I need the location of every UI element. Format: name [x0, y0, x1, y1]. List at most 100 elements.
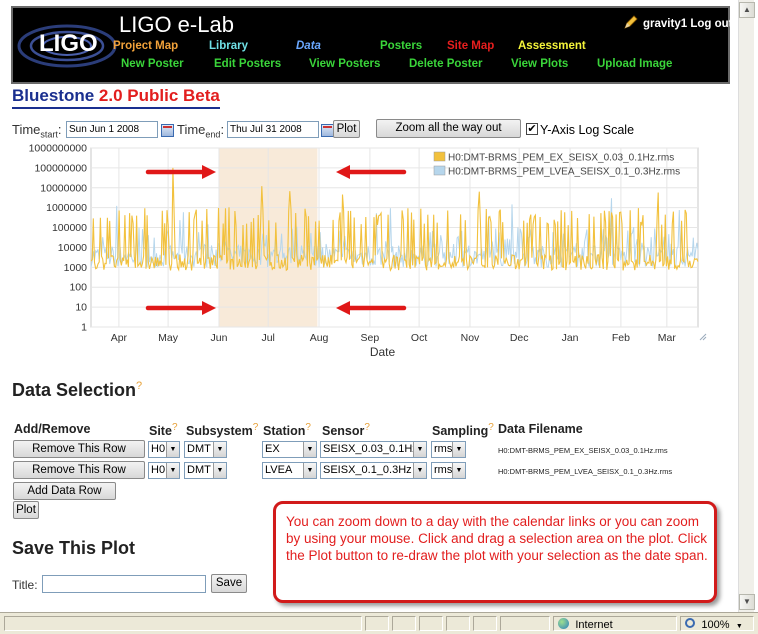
x-tick-label: Sep	[361, 332, 380, 344]
username-link[interactable]: gravity1	[643, 18, 687, 30]
site-title: LIGO e-Lab	[119, 12, 234, 37]
log-scale-label: Y-Axis Log Scale	[540, 123, 635, 137]
legend-swatch	[433, 165, 446, 176]
chevron-down-icon: ▼	[413, 442, 426, 457]
y-tick-label: 100	[69, 282, 87, 294]
logout-link[interactable]: Log out	[690, 18, 732, 30]
x-tick-label: Apr	[111, 332, 128, 344]
x-tick-label: Nov	[461, 332, 480, 344]
data-selection-heading: Data Selection?	[12, 380, 143, 400]
zone-segment: Internet	[553, 616, 677, 631]
site-select[interactable]: H0 ▼	[148, 462, 180, 479]
legend-swatch	[433, 151, 446, 162]
col-filename: Data Filename	[498, 422, 583, 436]
save-button[interactable]: Save	[211, 574, 247, 593]
zoom-segment[interactable]: 100% ▼	[680, 616, 754, 631]
site-help-icon[interactable]: ?	[172, 422, 178, 433]
subsystem-help-icon[interactable]: ?	[253, 422, 259, 433]
status-segment	[473, 616, 497, 631]
x-tick-label: Feb	[612, 332, 630, 344]
subsystem-select[interactable]: DMT ▼	[184, 441, 227, 458]
subsystem-select[interactable]: DMT ▼	[184, 462, 227, 479]
status-segment	[446, 616, 470, 631]
station-select[interactable]: LVEA ▼	[262, 462, 317, 479]
scroll-down-icon[interactable]: ▼	[739, 594, 755, 610]
nav-delete-poster[interactable]: Delete Poster	[409, 58, 483, 70]
zoom-icon	[685, 618, 695, 628]
chevron-down-icon: ▼	[452, 463, 465, 478]
nav-view-plots[interactable]: View Plots	[511, 58, 568, 70]
chevron-down-icon: ▼	[735, 623, 743, 630]
y-tick-label: 10	[75, 302, 87, 314]
help-callout: You can zoom down to a day with the cale…	[273, 501, 717, 603]
chevron-down-icon: ▼	[413, 463, 426, 478]
time-series-chart[interactable]: 1 10 100 1000 10000 100000 1000000 10000000 1000…	[0, 140, 740, 360]
y-tick-label: 1	[81, 322, 87, 334]
scroll-up-icon[interactable]: ▲	[739, 2, 755, 18]
chevron-down-icon: ▼	[452, 442, 465, 457]
y-tick-label: 10000000	[40, 182, 87, 194]
nav-site-map[interactable]: Site Map	[447, 40, 494, 52]
x-tick-label: May	[158, 332, 179, 344]
time-start-input[interactable]	[66, 121, 158, 138]
page-title: Bluestone 2.0 Public Beta	[12, 86, 220, 109]
nav-new-poster[interactable]: New Poster	[121, 58, 184, 70]
sampling-select[interactable]: rms ▼	[431, 462, 466, 479]
y-tick-label: 10000	[58, 242, 87, 254]
remove-row-button[interactable]: Remove This Row	[13, 440, 145, 458]
nav-project-map[interactable]: Project Map	[113, 40, 178, 52]
plot-bottom-button[interactable]: Plot	[13, 501, 39, 519]
sensor-help-icon[interactable]: ?	[364, 422, 370, 433]
time-end-label: Timeend:	[177, 122, 225, 140]
time-end-input[interactable]	[227, 121, 319, 138]
x-tick-label: Dec	[510, 332, 529, 344]
legend-label: H0:DMT-BRMS_PEM_LVEA_SEISX_0.1_0.3Hz.rms	[448, 167, 680, 178]
y-tick-label: 1000	[64, 262, 88, 274]
station-select[interactable]: EX ▼	[262, 441, 317, 458]
nav-edit-posters[interactable]: Edit Posters	[214, 58, 281, 70]
resize-grip-icon[interactable]	[699, 333, 707, 341]
sampling-help-icon[interactable]: ?	[488, 422, 494, 433]
status-segment	[4, 616, 362, 631]
status-segment	[392, 616, 416, 631]
data-selection-help-icon[interactable]: ?	[136, 380, 142, 392]
nav-view-posters[interactable]: View Posters	[309, 58, 380, 70]
x-tick-label: Aug	[310, 332, 329, 344]
plot-title-input[interactable]	[42, 575, 206, 593]
col-subsystem: Subsystem?	[186, 422, 259, 439]
col-add-remove: Add/Remove	[14, 422, 91, 436]
sensor-select[interactable]: SEISX_0.1_0.3Hz ▼	[320, 462, 427, 479]
zoom-level: 100%	[701, 619, 730, 631]
site-select[interactable]: H0 ▼	[148, 441, 180, 458]
plot-button[interactable]: Plot	[333, 120, 360, 138]
user-info: gravity1 Log out	[625, 18, 732, 30]
vertical-scrollbar[interactable]: ▲ ▼	[738, 0, 755, 612]
nav-posters[interactable]: Posters	[380, 40, 422, 52]
legend-label: H0:DMT-BRMS_PEM_EX_SEISX_0.03_0.1Hz.rms	[448, 153, 674, 164]
add-data-row-button[interactable]: Add Data Row	[13, 482, 116, 500]
remove-row-button[interactable]: Remove This Row	[13, 461, 145, 479]
sensor-select[interactable]: SEISX_0.03_0.1Hz ▼	[320, 441, 427, 458]
calendar-start-icon[interactable]	[161, 124, 174, 137]
nav-library[interactable]: Library	[209, 40, 248, 52]
app-name: Bluestone	[12, 86, 95, 105]
x-tick-label: Jul	[261, 332, 274, 344]
x-tick-label: Jun	[210, 332, 227, 344]
sampling-select[interactable]: rms ▼	[431, 441, 466, 458]
x-tick-label: Oct	[411, 332, 427, 344]
nav-data[interactable]: Data	[296, 40, 321, 52]
col-sampling: Sampling?	[432, 422, 494, 439]
chevron-down-icon: ▼	[213, 442, 226, 457]
nav-assessment[interactable]: Assessment	[518, 40, 586, 52]
zoom-out-button[interactable]: Zoom all the way out	[376, 119, 521, 138]
app-version: 2.0 Public Beta	[98, 86, 220, 105]
data-filename: H0:DMT-BRMS_PEM_LVEA_SEISX_0.1_0.3Hz.rms	[498, 467, 673, 476]
status-segment	[365, 616, 389, 631]
y-tick-label: 100000	[52, 222, 87, 234]
status-bar: Internet 100% ▼	[0, 612, 758, 634]
log-scale-checkbox[interactable]: ✔	[526, 123, 538, 135]
station-help-icon[interactable]: ?	[305, 422, 311, 433]
nav-upload-image[interactable]: Upload Image	[597, 58, 672, 70]
chevron-down-icon: ▼	[303, 442, 316, 457]
zone-label: Internet	[575, 619, 613, 631]
